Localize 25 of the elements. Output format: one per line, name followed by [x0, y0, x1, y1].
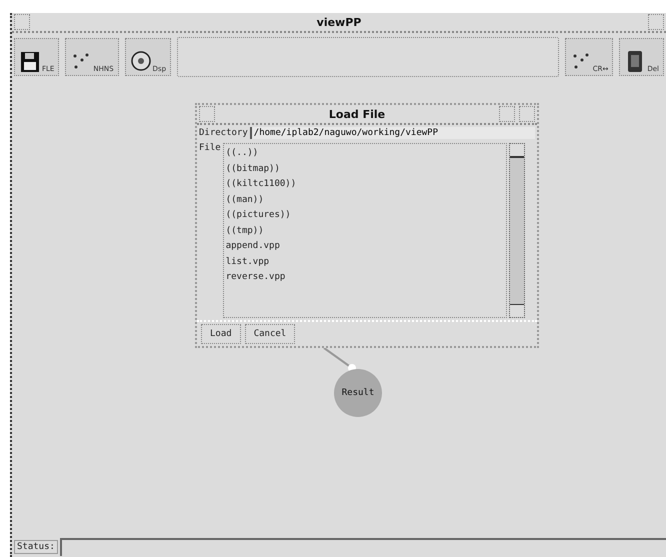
scrollbar[interactable] [509, 143, 525, 318]
dialog-button[interactable]: Cancel [244, 324, 296, 344]
circle-icon [130, 50, 152, 73]
file-list-item[interactable]: ((tmp)) [226, 224, 504, 239]
directory-label: Directory [199, 128, 248, 138]
directory-field[interactable]: /home/iplab2/naguwo/working/viewPP [250, 127, 535, 139]
file-list-item[interactable]: ((kiltc1100)) [226, 177, 504, 192]
window-title: viewPP [316, 16, 362, 28]
file-list-item[interactable]: reverse.vpp [226, 270, 504, 286]
file-list-item[interactable]: append.vpp [226, 239, 504, 254]
dialog-maximize-button[interactable] [519, 106, 535, 122]
dialog-button[interactable]: Load [201, 324, 241, 344]
file-list-item[interactable]: ((man)) [226, 192, 504, 208]
result-node[interactable]: Result [334, 369, 382, 417]
file-list-item[interactable]: ((bitmap)) [226, 162, 504, 177]
dialog-menu-button[interactable] [199, 106, 215, 122]
file-list-item[interactable]: ((pictures)) [226, 208, 504, 224]
minimize-button[interactable] [648, 14, 664, 30]
file-list-item[interactable]: list.vpp [226, 254, 504, 270]
status-label: Status: [14, 540, 58, 554]
window-menu-button[interactable] [14, 14, 30, 30]
dialog-title: Load File [328, 108, 386, 120]
file-label: File [199, 143, 221, 153]
file-list-item[interactable]: ((..)) [226, 146, 504, 162]
dialog-minimize-button[interactable] [499, 106, 515, 122]
